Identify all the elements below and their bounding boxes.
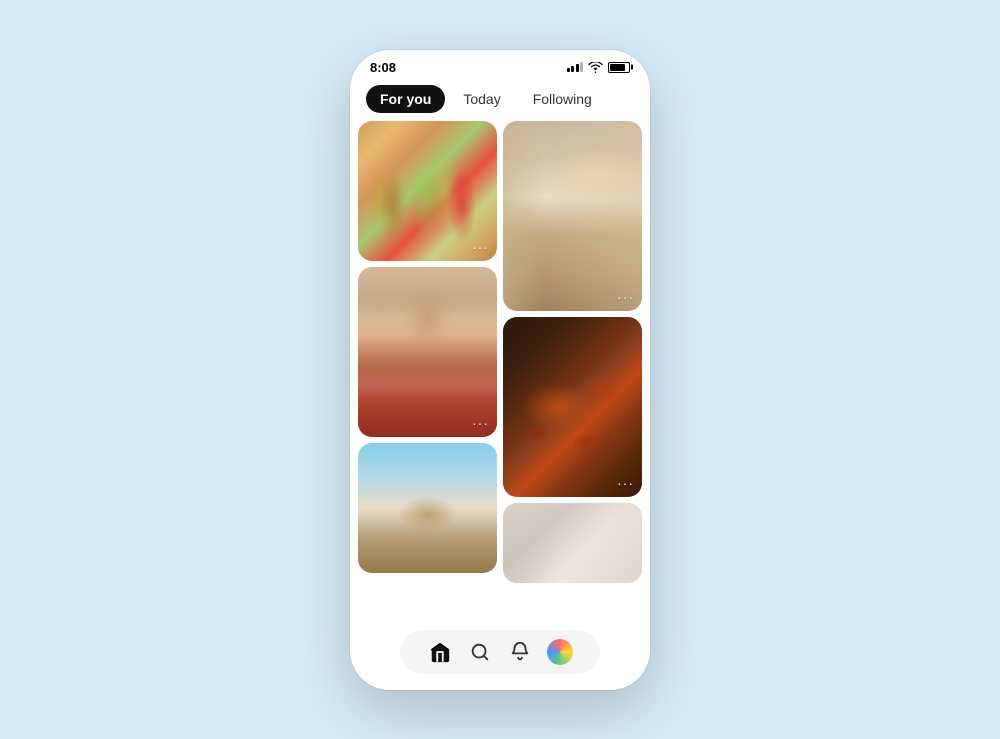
tab-bar: For you Today Following: [350, 79, 650, 121]
pin-col-right: ··· ···: [503, 121, 642, 614]
status-icons: [567, 62, 631, 73]
more-dots-room[interactable]: ···: [617, 289, 634, 305]
status-bar: 8:08: [350, 50, 650, 79]
pin-card-jars[interactable]: ···: [358, 121, 497, 261]
search-nav-button[interactable]: [466, 638, 494, 666]
profile-nav-button[interactable]: [546, 638, 574, 666]
nav-pill: [400, 630, 600, 674]
pin-card-patio[interactable]: [358, 443, 497, 573]
pin-card-chicken[interactable]: ···: [503, 317, 642, 497]
status-time: 8:08: [370, 60, 396, 75]
tab-for-you[interactable]: For you: [366, 85, 445, 113]
battery-icon: [608, 62, 630, 73]
bottom-nav: [350, 622, 650, 690]
more-dots-woman[interactable]: ···: [472, 415, 489, 431]
bell-nav-button[interactable]: [506, 638, 534, 666]
more-dots-jars[interactable]: ···: [472, 239, 489, 255]
pin-card-room[interactable]: ···: [503, 121, 642, 311]
pin-col-left: ··· ···: [358, 121, 497, 614]
user-avatar: [547, 639, 573, 665]
signal-icon: [567, 62, 584, 72]
phone-frame: 8:08 For you: [350, 50, 650, 690]
tab-following[interactable]: Following: [519, 85, 606, 113]
pin-card-interior[interactable]: [503, 503, 642, 583]
home-nav-button[interactable]: [426, 638, 454, 666]
pin-card-woman[interactable]: ···: [358, 267, 497, 437]
tab-today[interactable]: Today: [449, 85, 514, 113]
pin-grid: ··· ··· ··· ···: [350, 121, 650, 622]
content-area: ··· ··· ··· ···: [350, 121, 650, 622]
more-dots-chicken[interactable]: ···: [617, 475, 634, 491]
wifi-icon: [588, 62, 603, 73]
